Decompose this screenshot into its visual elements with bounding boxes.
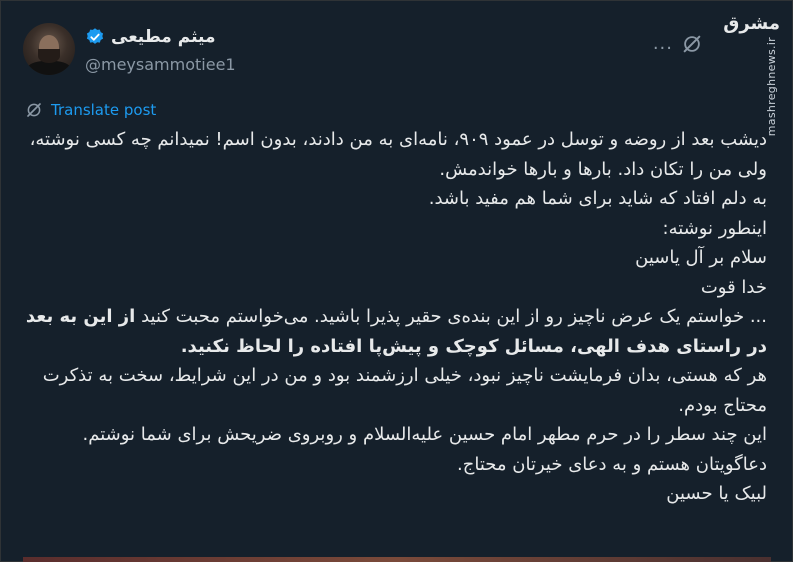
post-text: دیشب بعد از روضه و توسل در عمود ۹۰۹، نام… (21, 125, 767, 509)
avatar[interactable] (23, 23, 75, 75)
post-line: این چند سطر را در حرم مطهر امام حسین علی… (82, 424, 767, 445)
watermark-url: mashreghnews.ir (765, 37, 778, 137)
attached-image-preview[interactable] (23, 557, 771, 562)
translate-icon (27, 103, 41, 117)
author-name-row: میثم مطیعی (85, 27, 215, 47)
post-line: سلام بر آل یاسین (635, 247, 767, 268)
translate-post-link[interactable]: Translate post (25, 101, 156, 119)
post-line: به دلم افتاد که شاید برای شما هم مفید با… (428, 188, 767, 209)
author-handle[interactable]: @meysammotiee1 (85, 55, 236, 74)
watermark-logo: مشرق (723, 13, 780, 34)
translate-post-label: Translate post (51, 101, 157, 119)
verified-badge-icon (86, 28, 104, 44)
post-line: اینطور نوشته: (662, 217, 767, 239)
post-line: دعاگویتان هستم و به دعای خیرتان محتاج. (457, 453, 767, 475)
post-line: خدا قوت (700, 276, 767, 298)
avatar-body-shape (27, 61, 71, 75)
post-line: لبیک یا حسین (666, 483, 767, 504)
grok-icon[interactable] (681, 33, 703, 55)
more-options-icon[interactable]: ... (653, 35, 673, 53)
header-actions: ... (653, 33, 703, 55)
post-line: هر که هستی، بدان فرمایشت ناچیز نبود، خیل… (42, 365, 767, 416)
post-line: دیشب بعد از روضه و توسل در عمود ۹۰۹، نام… (29, 129, 767, 180)
post-card: میثم مطیعی @meysammotiee1 ... مشرق mashr… (0, 0, 793, 562)
post-header: میثم مطیعی @meysammotiee1 ... (23, 23, 763, 83)
author-name[interactable]: میثم مطیعی (111, 27, 215, 47)
mashregh-watermark: مشرق mashreghnews.ir (723, 13, 782, 137)
post-line-part: ... خواستم یک عرض ناچیز رو از این بنده‌ی… (141, 306, 767, 327)
avatar-beard-shape (38, 49, 60, 63)
post-line: ... خواستم یک عرض ناچیز رو از این بنده‌ی… (21, 302, 767, 361)
